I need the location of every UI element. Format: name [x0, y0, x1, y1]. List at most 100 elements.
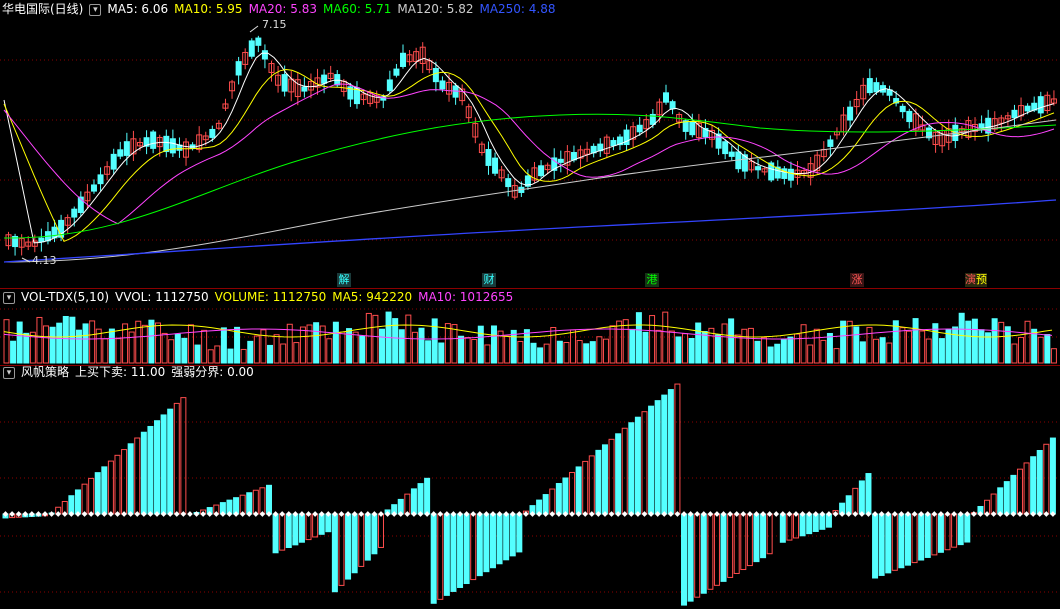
strategy-histogram[interactable] — [0, 366, 1060, 609]
volume-bar — [1011, 343, 1018, 364]
candle-body — [248, 40, 255, 57]
strategy-bar — [140, 431, 147, 515]
volume-bar — [596, 336, 603, 364]
volume-bar — [174, 333, 181, 364]
volume-bar — [622, 319, 629, 364]
zero-marker — [437, 511, 444, 517]
collapse-icon[interactable]: ▾ — [3, 291, 15, 304]
volume-bar — [998, 321, 1005, 364]
candle-body — [722, 141, 729, 155]
volume-bar — [504, 335, 511, 364]
price-pane[interactable]: 华电国际(日线) ▾ MA5: 6.06 MA10: 5.95 MA20: 5.83 MA… — [0, 0, 1060, 288]
strategy-pane[interactable]: ▾ 风帆策略 上买下卖: 11.00 强弱分界: 0.00 — [0, 365, 1060, 609]
volume-bar — [675, 336, 682, 364]
zero-marker — [88, 511, 94, 517]
strategy-bar — [266, 484, 272, 515]
event-tag-gang[interactable]: 港 — [645, 273, 659, 287]
candlestick-chart[interactable] — [0, 0, 1060, 288]
event-tag-yu[interactable]: 演预 — [965, 273, 987, 287]
strategy-bar — [147, 425, 154, 515]
candle-body — [886, 89, 893, 96]
ma5-label: MA5: 6.06 — [107, 2, 169, 16]
volume-pane[interactable]: ▾ VOL-TDX(5,10) VVOL: 1112750 VOLUME: 11127… — [0, 289, 1060, 365]
volume-bar — [978, 329, 985, 364]
strategy-bar — [430, 513, 437, 604]
strategy-bar — [127, 443, 134, 515]
volume-bar — [89, 320, 96, 364]
volume-bar — [695, 322, 702, 364]
candle-body — [557, 158, 564, 163]
strategy-bar — [707, 513, 714, 590]
volume-bar — [187, 324, 194, 364]
volume-bar — [398, 329, 405, 364]
volume-bar — [332, 321, 339, 364]
zero-marker — [984, 511, 990, 517]
volume-bar — [517, 340, 524, 364]
ma60-label: MA60: 5.71 — [323, 2, 392, 16]
strategy-bar — [608, 438, 615, 515]
candle-body — [38, 237, 45, 243]
strategy-bar — [331, 513, 338, 593]
volume-bar — [214, 345, 221, 364]
volume-bar — [952, 326, 959, 364]
volume-bar — [563, 342, 570, 364]
strategy-bar — [694, 513, 701, 598]
zero-marker — [911, 511, 918, 517]
event-tag-yu-label: 预 — [976, 273, 987, 286]
strategy-bar — [865, 473, 872, 515]
candle-body — [492, 157, 499, 174]
low-price-label: 4.13 — [32, 254, 57, 267]
zero-marker — [312, 511, 318, 517]
ma120-label: MA120: 5.82 — [397, 2, 474, 16]
volume-bar — [938, 338, 945, 364]
strategy-bar — [700, 513, 707, 594]
event-tag-cai[interactable]: 财 — [482, 273, 496, 287]
strategy-bar — [1003, 481, 1010, 515]
ma5-line — [3, 52, 1055, 244]
volume-bar — [570, 329, 577, 364]
strategy-bar — [1043, 443, 1050, 515]
strategy-bar — [312, 513, 319, 538]
volume-bar — [168, 339, 175, 364]
candle-body — [755, 166, 762, 171]
zero-marker — [48, 511, 55, 517]
collapse-icon[interactable]: ▾ — [89, 3, 102, 16]
strategy-bar — [621, 427, 628, 515]
volume-bar — [833, 348, 840, 364]
volume-bar — [36, 316, 43, 364]
volume-bar — [859, 341, 866, 364]
volume-bar — [365, 312, 372, 364]
volume-bar — [714, 334, 721, 364]
volume-bar — [800, 324, 807, 364]
volume-bar — [181, 337, 188, 364]
volume-bar — [128, 331, 135, 364]
zero-marker — [81, 511, 88, 517]
strategy-bar — [898, 513, 905, 569]
volume-bar — [807, 344, 814, 364]
volume-label: VOLUME: 1112750 — [214, 290, 327, 304]
strategy-bar — [648, 405, 655, 515]
zero-marker — [55, 511, 62, 517]
candle-body — [866, 78, 873, 94]
volume-bar — [629, 328, 636, 364]
strategy-bar — [918, 513, 925, 561]
vol-ma5-label: MA5: 942220 — [332, 290, 413, 304]
strategy-bar — [457, 513, 464, 588]
strategy-bar — [997, 487, 1004, 515]
event-tag-zhang[interactable]: 涨 — [850, 273, 864, 287]
zero-marker — [747, 511, 753, 517]
volume-bar — [280, 343, 287, 364]
collapse-icon[interactable]: ▾ — [3, 366, 15, 379]
strategy-bar — [951, 513, 958, 548]
strategy-bar — [746, 513, 753, 567]
event-tag-jie[interactable]: 解 — [337, 273, 351, 287]
volume-bar — [16, 321, 23, 364]
zero-marker — [793, 511, 799, 517]
strategy-bar — [272, 513, 279, 554]
zero-marker — [358, 511, 365, 517]
strategy-bar — [588, 455, 595, 515]
strategy-bar — [753, 513, 760, 563]
strategy-bar — [443, 513, 450, 596]
volume-bar — [873, 338, 880, 364]
candle-body — [636, 124, 643, 133]
